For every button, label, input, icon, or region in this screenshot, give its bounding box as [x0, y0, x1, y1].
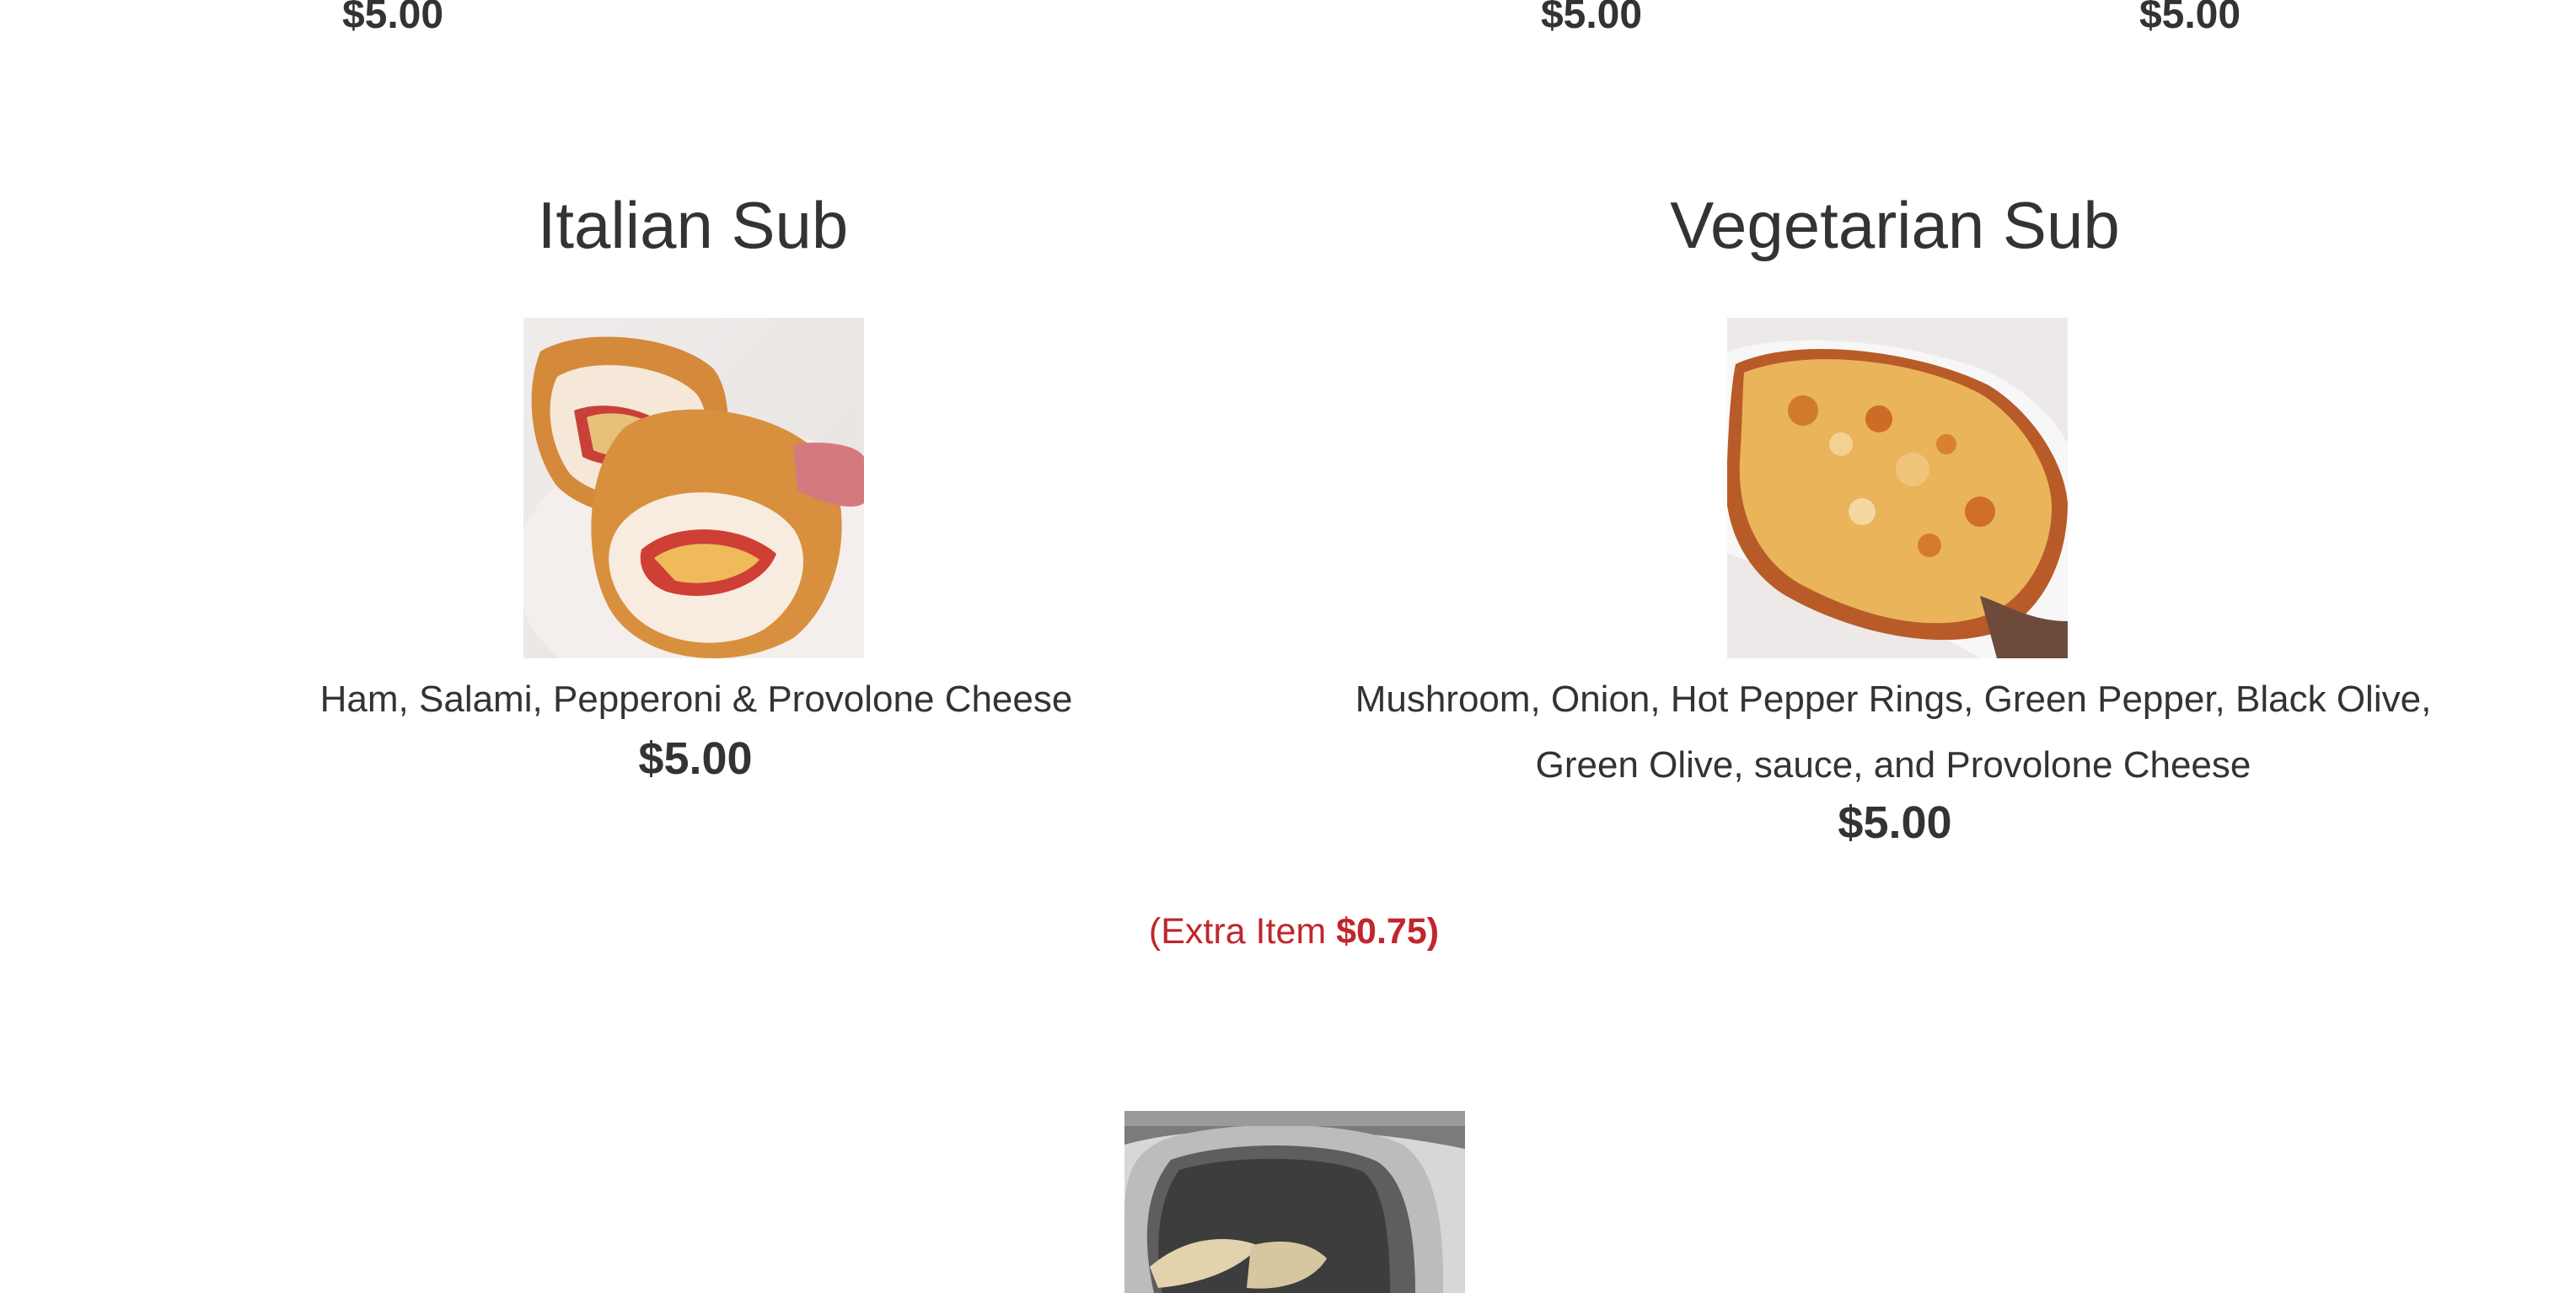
kitchen-equipment-image — [1124, 1111, 1465, 1293]
vegetarian-sub-image — [1727, 318, 2068, 658]
extra-item-note: (Extra Item $0.75) — [1149, 911, 1439, 952]
item-description-italian-sub: Ham, Salami, Pepperoni & Provolone Chees… — [320, 667, 1073, 732]
extra-item-price: $0.75) — [1336, 911, 1440, 952]
italian-sub-image — [523, 336, 864, 658]
italian-sub-photo — [523, 318, 864, 658]
item-description-vegetarian-sub: Mushroom, Onion, Hot Pepper Rings, Green… — [1355, 667, 2432, 798]
item-title-italian-sub: Italian Sub — [537, 188, 849, 262]
top-item-price-3: $5.00 — [2139, 0, 2241, 37]
item-price-vegetarian-sub: $5.00 — [1838, 797, 1952, 848]
item-description-line: Green Olive, sauce, and Provolone Cheese — [1535, 744, 2251, 786]
kitchen-equipment-photo — [1124, 1111, 1465, 1293]
item-description-line: Mushroom, Onion, Hot Pepper Rings, Green… — [1355, 679, 2432, 720]
item-price-italian-sub: $5.00 — [638, 733, 753, 784]
top-item-price-1: $5.00 — [341, 0, 444, 37]
vegetarian-sub-photo — [1727, 318, 2068, 658]
extra-item-label: (Extra Item — [1148, 911, 1337, 952]
item-title-vegetarian-sub: Vegetarian Sub — [1670, 188, 2120, 262]
item-description-line: Ham, Salami, Pepperoni & Provolone Chees… — [319, 679, 1073, 720]
top-item-price-2: $5.00 — [1540, 0, 1643, 37]
